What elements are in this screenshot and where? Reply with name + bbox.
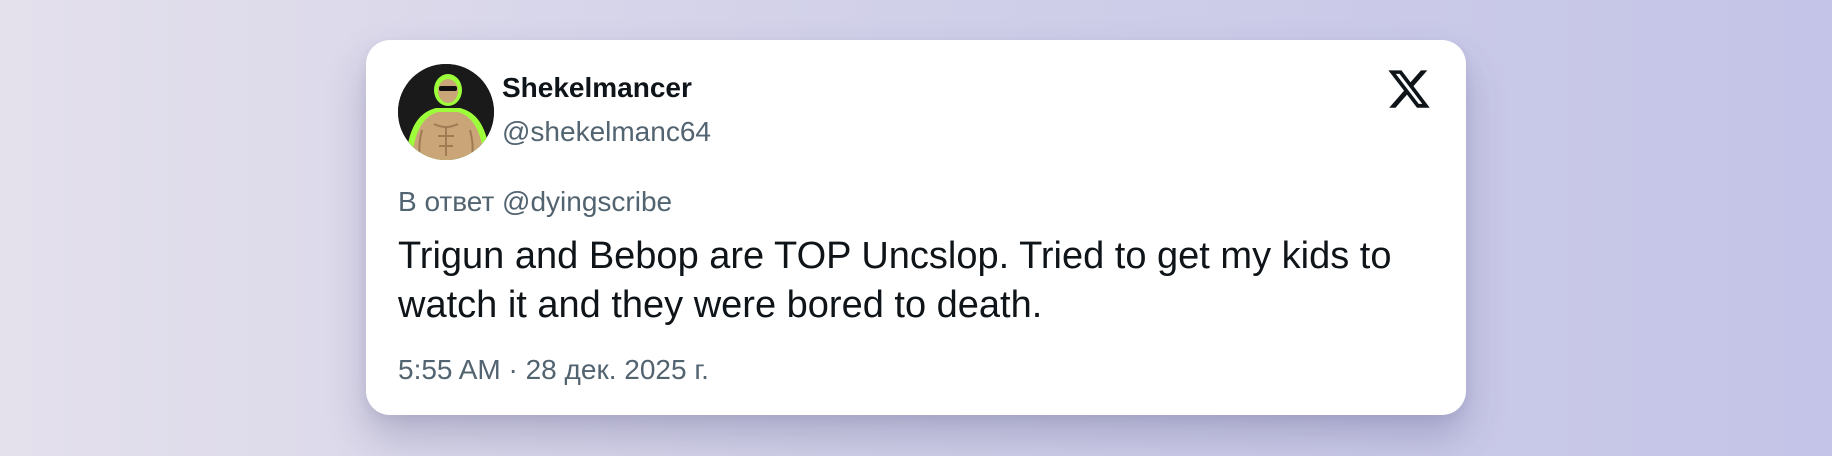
x-logo-icon[interactable] — [1386, 66, 1432, 112]
reply-to-label[interactable]: В ответ @dyingscribe — [398, 186, 672, 218]
tweet-timestamp[interactable]: 5:55 AM · 28 дек. 2025 г. — [398, 354, 709, 386]
avatar-image — [398, 64, 494, 160]
tweet-body-text: Trigun and Bebop are TOP Uncslop. Tried … — [398, 235, 1392, 326]
tweet-card: Shekelmancer @shekelmanc64 В ответ @dyin… — [366, 40, 1466, 415]
author-display-name[interactable]: Shekelmancer — [502, 72, 692, 104]
author-avatar[interactable] — [398, 64, 494, 160]
author-handle[interactable]: @shekelmanc64 — [502, 116, 711, 148]
